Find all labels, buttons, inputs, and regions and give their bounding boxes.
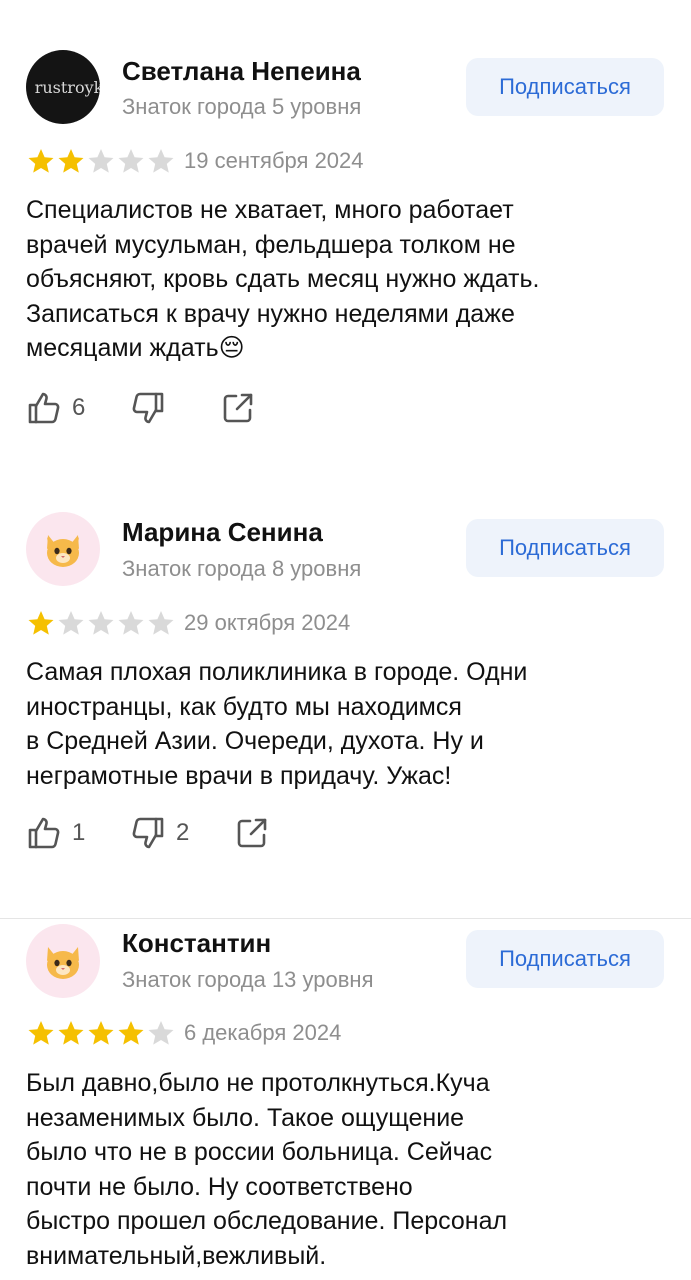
review-text-line: почти не было. Ну соответствено (26, 1172, 413, 1201)
avatar[interactable] (26, 924, 100, 998)
thumbs-down-icon (132, 392, 164, 424)
review-date: 19 сентября 2024 (184, 148, 364, 173)
star-icon (28, 611, 54, 635)
subscribe-button[interactable]: Подписаться (466, 519, 664, 577)
review-text-line: быстро прошел обследование. Персонал (26, 1207, 508, 1235)
reviewer-level: Знаток города 5 уровня (122, 94, 362, 119)
dislike-button[interactable] (130, 390, 166, 426)
star-icon (118, 611, 144, 635)
like-count: 6 (72, 394, 86, 421)
review-text-line: иностранцы, как будто мы находимся (26, 692, 462, 721)
review-text-line: было что не в россии больница. Сейчас (26, 1138, 493, 1166)
star-icon (58, 611, 84, 635)
star-icon (88, 611, 114, 635)
star-icon (148, 611, 174, 635)
avatar[interactable] (26, 512, 100, 586)
share-button[interactable] (234, 815, 270, 851)
rating-stars (26, 147, 176, 175)
review-text-line: врачей мусульман, фельдшера толком не (26, 230, 516, 259)
cat-face-icon (47, 535, 79, 567)
review-text: Специалистов не хватает, много работает … (26, 193, 666, 366)
reviewer-name[interactable]: Светлана Непеина (122, 56, 361, 87)
reviewer-level: Знаток города 8 уровня (122, 556, 362, 581)
review-date: 6 декабря 2024 (184, 1020, 342, 1045)
like-count: 1 (72, 819, 86, 846)
star-icon (28, 1021, 54, 1045)
star-icon (118, 149, 144, 173)
cat-face-icon (47, 947, 79, 979)
review-date: 29 октября 2024 (184, 610, 351, 635)
dislike-button[interactable]: 2 (130, 815, 189, 851)
review-text-line: Самая плохая поликлиника в городе. Одни (26, 658, 528, 686)
review-text: Был давно,было не протолкнуться.Куча нез… (26, 1066, 666, 1273)
dislike-count: 2 (176, 819, 190, 846)
review-text-line: незаменимых было. Такое ощущение (26, 1103, 465, 1132)
subscribe-button[interactable]: Подписаться (466, 930, 664, 988)
avatar[interactable]: rustroyk (26, 50, 100, 124)
review-text-line: месяцами ждать😔 (26, 334, 245, 362)
rating-stars (26, 1019, 176, 1047)
star-icon (58, 149, 84, 173)
share-icon (223, 393, 253, 423)
review-text-line: в Средней Азии. Очереди, духота. Ну и (26, 727, 484, 755)
share-icon (237, 818, 267, 848)
reviewer-level: Знаток города 13 уровня (122, 967, 374, 992)
review-text-line: объясняют, кровь сдать месяц нужно ждать… (26, 265, 540, 293)
subscribe-button[interactable]: Подписаться (466, 58, 664, 116)
review-text-line: Был давно,было не протолкнуться.Куча (26, 1069, 490, 1097)
reviewer-name[interactable]: Марина Сенина (122, 517, 323, 548)
review-text: Самая плохая поликлиника в городе. Одни … (26, 655, 666, 793)
review-text-line: внимательный,вежливый. (26, 1241, 327, 1270)
reviewer-name[interactable]: Константин (122, 928, 271, 959)
star-icon (28, 149, 54, 173)
review-text-line: Специалистов не хватает, много работает (26, 196, 514, 224)
star-icon (58, 1021, 84, 1045)
like-button[interactable]: 1 (26, 815, 85, 851)
divider (0, 918, 691, 919)
rating-stars (26, 609, 176, 637)
thumbs-up-icon (28, 392, 60, 424)
star-icon (88, 149, 114, 173)
thumbs-down-icon (132, 817, 164, 849)
review-text-line: Записаться к врачу нужно неделями даже (26, 299, 515, 328)
thumbs-up-icon (28, 817, 60, 849)
review-text-line: неграмотные врачи в придачу. Ужас! (26, 761, 452, 790)
like-button[interactable]: 6 (26, 390, 85, 426)
star-icon (88, 1021, 114, 1045)
star-icon (118, 1021, 144, 1045)
star-icon (148, 149, 174, 173)
share-button[interactable] (220, 390, 256, 426)
avatar-label: rustroyk (34, 77, 100, 97)
star-icon (148, 1021, 174, 1045)
